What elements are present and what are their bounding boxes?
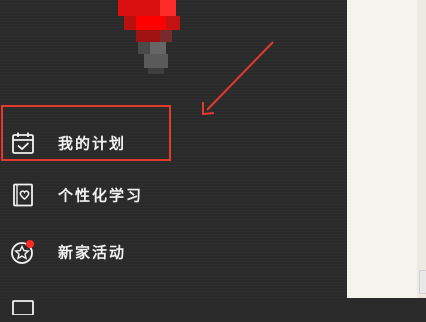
partial-item-icon bbox=[10, 289, 36, 316]
side-drawer: 我的计划 个性化学习 新家活动 bbox=[0, 0, 347, 316]
menu-item-personalized-learning[interactable]: 个性化学习 bbox=[0, 175, 347, 215]
menu-item-label: 新家活动 bbox=[58, 243, 127, 262]
menu-item-my-plan[interactable]: 我的计划 bbox=[0, 123, 347, 163]
notification-badge bbox=[26, 240, 34, 248]
avatar[interactable] bbox=[118, 0, 198, 78]
heart-book-icon bbox=[10, 182, 36, 208]
main-content-panel[interactable] bbox=[347, 0, 426, 298]
panel-edge bbox=[417, 0, 426, 298]
menu-item-new-home-activity[interactable]: 新家活动 bbox=[0, 232, 347, 272]
calendar-check-icon bbox=[10, 130, 36, 156]
edge-tab[interactable] bbox=[419, 270, 426, 294]
menu-item-partial[interactable] bbox=[0, 282, 347, 322]
menu-item-label: 个性化学习 bbox=[58, 186, 144, 205]
menu-item-label: 我的计划 bbox=[58, 134, 127, 153]
